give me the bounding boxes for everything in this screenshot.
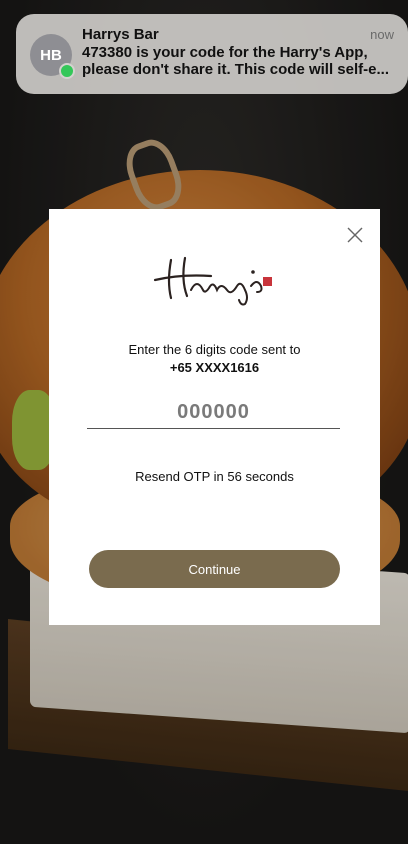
notification-time: now [370, 27, 394, 42]
continue-button[interactable]: Continue [89, 550, 340, 588]
resend-otp-countdown: Resend OTP in 56 seconds [135, 469, 294, 484]
otp-dialog: Enter the 6 digits code sent to +65 XXXX… [49, 209, 380, 625]
otp-code-input[interactable] [87, 397, 340, 429]
notification-body: 473380 is your code for the Harry's App,… [82, 44, 389, 78]
push-notification[interactable]: HB Harrys Bar now 473380 is your code fo… [16, 14, 408, 94]
messages-badge-icon [59, 63, 75, 79]
app-initials: HB [40, 46, 62, 64]
otp-instruction: Enter the 6 digits code sent to [128, 342, 301, 357]
harrys-logo [153, 256, 263, 306]
notification-title: Harrys Bar [82, 26, 159, 43]
seal-stamp-icon [263, 277, 272, 286]
close-icon[interactable] [343, 223, 367, 247]
masked-phone-number: +65 XXXX1616 [169, 360, 260, 375]
